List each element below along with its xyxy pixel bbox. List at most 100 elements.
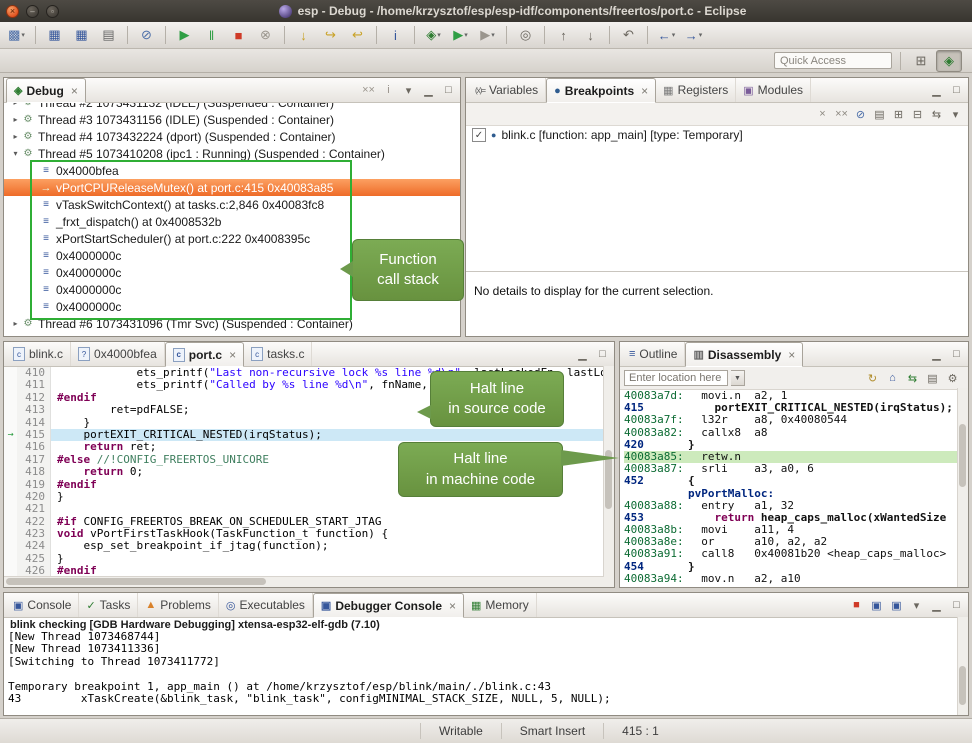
disassembly-row[interactable]: 40083a91: call8 0x40081b20 <heap_caps_ma… [624, 548, 968, 560]
view-menu-icon[interactable]: ▾ [400, 82, 417, 99]
thread-row[interactable]: ▸⚙Thread #6 1073431096 (Tmr Svc) (Suspen… [4, 315, 460, 332]
toolbar-step-into-button[interactable]: ↓ [291, 24, 316, 46]
toolbar-skip-all-breakpoints-button[interactable]: ⊘ [134, 24, 159, 46]
close-icon[interactable]: × [229, 348, 236, 362]
minimize-icon[interactable]: ▁ [574, 346, 591, 363]
console-tab-console[interactable]: ▣Console [6, 593, 79, 617]
code-line[interactable]: 422#if CONFIG_FREERTOS_BREAK_ON_SCHEDULE… [4, 516, 614, 528]
right-tab-variables[interactable]: (x)=Variables [468, 78, 546, 102]
breakpoint-item[interactable]: ✓ ● blink.c [function: app_main] [type: … [466, 126, 968, 144]
disassembly-listing[interactable]: 40083a7d: movi.n a2, 1415 portEXIT_CRITI… [620, 390, 968, 587]
disassembly-row[interactable]: 454} [624, 561, 968, 573]
sync-with-active-context-icon[interactable]: ⇆ [904, 370, 921, 387]
disassembly-row[interactable]: 40083a94: mov.n a2, a10 [624, 573, 968, 585]
debug-tab-debug[interactable]: ◈Debug× [6, 78, 86, 103]
toolbar-step-return-button[interactable]: ↩ [345, 24, 370, 46]
quick-access-input[interactable] [774, 52, 892, 69]
view-menu-icon[interactable]: ▾ [947, 106, 964, 123]
code-line[interactable]: →415 portEXIT_CRITICAL_NESTED(irqStatus)… [4, 429, 614, 441]
code-line[interactable]: 421 [4, 503, 614, 515]
right-tab-registers[interactable]: ▦Registers [656, 78, 736, 102]
minimize-icon[interactable]: ▁ [928, 346, 945, 363]
expand-toggle-icon[interactable]: ▸ [10, 319, 21, 328]
maximize-icon[interactable]: □ [948, 82, 965, 99]
code-line[interactable]: 425} [4, 553, 614, 565]
toolbar-terminate-button[interactable]: ■ [226, 24, 251, 46]
console-vscrollbar[interactable] [957, 617, 968, 715]
close-icon[interactable]: × [71, 84, 78, 98]
editor-tab-blink-c[interactable]: cblink.c [6, 342, 71, 366]
toolbar-previous-annotation-button[interactable]: ↑ [551, 24, 576, 46]
combo-dropdown-icon[interactable]: ▼ [731, 370, 745, 386]
remove-all-breakpoints-icon[interactable]: ×× [833, 106, 850, 123]
toolbar-run-button[interactable]: ▶▾ [448, 24, 473, 46]
instruction-stepping-mode-icon[interactable]: i [380, 82, 397, 99]
go-to-file-icon[interactable]: ▤ [871, 106, 888, 123]
toolbar-step-over-button[interactable]: ↪ [318, 24, 343, 46]
console-tab-problems[interactable]: ▲Problems [138, 593, 219, 617]
close-icon[interactable]: × [788, 348, 795, 362]
stack-frame-row[interactable]: ≡vTaskSwitchContext() at tasks.c:2,846 0… [4, 196, 460, 213]
toolbar-resume-button[interactable]: ▶ [172, 24, 197, 46]
thread-row[interactable]: ▾⚙Thread #5 1073410208 (ipc1 : Running) … [4, 145, 460, 162]
thread-row[interactable]: ▸⚙Thread #3 1073431156 (IDLE) (Suspended… [4, 111, 460, 128]
disassembly-row[interactable]: 452{ [624, 475, 968, 487]
vscroll-thumb[interactable] [959, 666, 966, 705]
vscroll-thumb[interactable] [959, 424, 966, 488]
code-line[interactable]: 426#endif [4, 565, 614, 576]
editor-tab-tasks-c[interactable]: ctasks.c [244, 342, 312, 366]
maximize-icon[interactable]: □ [948, 346, 965, 363]
maximize-icon[interactable]: □ [594, 346, 611, 363]
toolbar-back-button[interactable]: ←▾ [654, 24, 679, 46]
editor-hscrollbar[interactable] [4, 576, 614, 587]
editor-tab-port-c[interactable]: cport.c× [165, 342, 244, 367]
breakpoint-checkbox[interactable]: ✓ [472, 128, 486, 142]
thread-row[interactable]: ▸⚙Thread #2 1073431132 (IDLE) (Suspended… [4, 103, 460, 111]
toolbar-save-button[interactable]: ▦ [42, 24, 67, 46]
stack-frame-row[interactable]: ≡_frxt_dispatch() at 0x4008532b [4, 213, 460, 230]
open-console-icon[interactable]: ▣ [888, 597, 905, 614]
expand-all-icon[interactable]: ⊞ [890, 106, 907, 123]
close-icon[interactable]: × [449, 599, 456, 613]
toolbar-suspend-button[interactable]: ‖ [199, 24, 224, 46]
view-menu-icon[interactable]: ▾ [908, 597, 925, 614]
toolbar-forward-button[interactable]: →▾ [681, 24, 706, 46]
link-with-debug-view-icon[interactable]: ⇆ [928, 106, 945, 123]
outline-tab-outline[interactable]: ≡Outline [622, 342, 685, 366]
disassembly-row[interactable]: 40083a82: callx8 a8 [624, 427, 968, 439]
toolbar-disconnect-button[interactable]: ⊗ [253, 24, 278, 46]
console-tab-debugger-console[interactable]: ▣Debugger Console× [313, 593, 464, 618]
minimize-icon[interactable]: ▁ [928, 82, 945, 99]
disassembly-row[interactable]: 40083a87: srli a3, a0, 6 [624, 463, 968, 475]
console-tab-executables[interactable]: ◎Executables [219, 593, 313, 617]
toolbar-search-button[interactable]: ◎ [513, 24, 538, 46]
settings-icon[interactable]: ⚙ [944, 370, 961, 387]
toolbar-external-tools-button[interactable]: ▶▾ [475, 24, 500, 46]
expand-toggle-icon[interactable]: ▸ [10, 132, 21, 141]
stack-frame-row[interactable]: →vPortCPUReleaseMutex() at port.c:415 0x… [4, 179, 460, 196]
thread-row[interactable]: ▸⚙Thread #4 1073432224 (dport) (Suspende… [4, 128, 460, 145]
remove-all-terminated-icon[interactable]: ×× [360, 82, 377, 99]
right-tab-modules[interactable]: ▣Modules [736, 78, 811, 102]
editor-tab-0x4000bfea[interactable]: ?0x4000bfea [71, 342, 165, 366]
code-line[interactable]: 423void vPortFirstTaskHook(TaskFunction_… [4, 528, 614, 540]
terminate-icon[interactable]: ■ [848, 597, 865, 614]
toolbar-instruction-stepping-button[interactable]: i [383, 24, 408, 46]
titlebar[interactable]: ×–▫ esp - Debug - /home/krzysztof/esp/es… [0, 0, 972, 22]
close-window-button[interactable]: × [6, 5, 19, 18]
home-icon[interactable]: ⌂ [884, 370, 901, 387]
editor-vscrollbar[interactable] [603, 366, 614, 577]
refresh-icon[interactable]: ↻ [864, 370, 881, 387]
stack-frame-row[interactable]: ≡0x4000bfea [4, 162, 460, 179]
expand-toggle-icon[interactable]: ▸ [10, 103, 21, 107]
disassembly-vscrollbar[interactable] [957, 388, 968, 587]
console-output[interactable]: [New Thread 1073468744][New Thread 10734… [4, 631, 968, 715]
debug-perspective-button[interactable]: ◈ [936, 50, 962, 72]
maximize-icon[interactable]: □ [440, 82, 457, 99]
display-selected-console-icon[interactable]: ▣ [868, 597, 885, 614]
disassembly-row[interactable]: pvPortMalloc: [624, 488, 968, 500]
maximize-icon[interactable]: □ [948, 597, 965, 614]
disassembly-row[interactable]: 40083a7f: l32r a8, 0x40080544 [624, 414, 968, 426]
expand-toggle-icon[interactable]: ▸ [10, 115, 21, 124]
maximize-window-button[interactable]: ▫ [46, 5, 59, 18]
